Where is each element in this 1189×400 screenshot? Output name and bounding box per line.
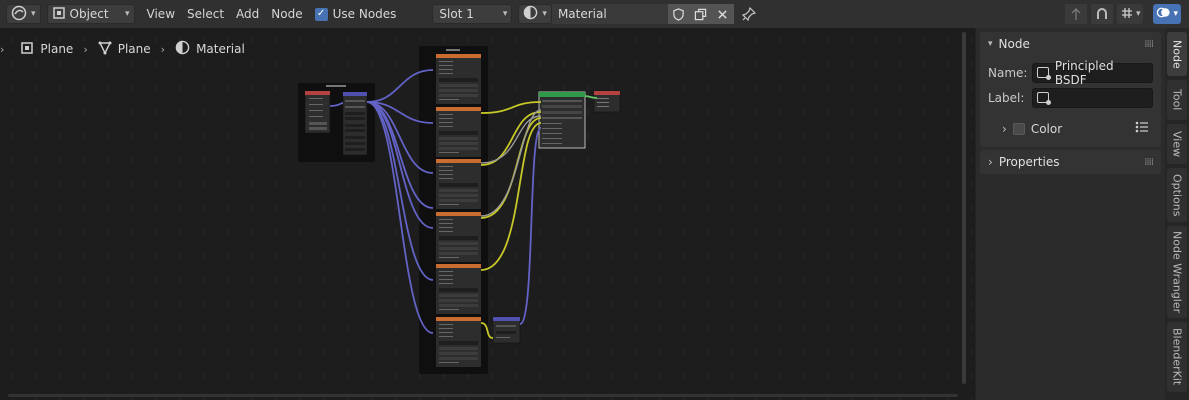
tab-view-label: View [1170, 130, 1184, 158]
object-icon [52, 6, 66, 23]
node-material-output[interactable] [593, 90, 621, 113]
parent-node-tree-icon[interactable] [1064, 4, 1087, 24]
menu-node[interactable]: Node [265, 4, 308, 24]
use-nodes-label: Use Nodes [332, 7, 397, 21]
slot-dropdown[interactable]: Slot 1 ▾ [432, 4, 513, 24]
node-panel-body: Name: Principled BSDF Label: › Color [980, 56, 1161, 147]
node-name-value: Principled BSDF [1054, 58, 1114, 87]
material-name-field[interactable]: Material [551, 4, 668, 24]
node-image-texture[interactable] [436, 264, 481, 314]
node-image-texture[interactable] [436, 54, 481, 104]
horizontal-scrollbar[interactable] [8, 394, 958, 397]
editor-header: ▾ Object ▾ View Select Add Node ✓ Use No… [0, 0, 1189, 28]
material-name: Material [557, 7, 607, 21]
menu-add[interactable]: Add [230, 4, 265, 24]
list-menu-icon[interactable] [1135, 121, 1149, 136]
editor-type-dropdown[interactable]: ▾ [6, 4, 41, 24]
snap-grid-icon [1120, 6, 1134, 23]
node-graph[interactable] [0, 28, 960, 388]
chevron-down-icon: ▾ [542, 9, 547, 19]
vertical-scrollbar[interactable] [962, 32, 966, 384]
node-normal-map[interactable] [492, 316, 521, 344]
mode-label: Object [69, 7, 109, 21]
tab-node-label: Node [1170, 39, 1184, 69]
sidebar-tabs: Node Tool View Options Node Wrangler Ble… [1165, 28, 1189, 400]
properties-panel-header[interactable]: › Properties ⁞⁞⁞⁞ [980, 150, 1161, 174]
chevron-down-icon: ▾ [502, 9, 508, 19]
chevron-down-icon: ▾ [31, 9, 36, 19]
snapping-magnet-icon[interactable] [1090, 4, 1113, 24]
node-image-texture[interactable] [436, 317, 481, 367]
node-panel-header[interactable]: ▾ Node ⁞⁞⁞⁞ [980, 32, 1161, 56]
slot-label: Slot 1 [439, 7, 474, 21]
tab-options[interactable]: Options [1167, 168, 1187, 222]
tab-blenderkit-label: BlenderKit [1170, 328, 1184, 386]
object-mode-dropdown[interactable]: Object ▾ [46, 4, 135, 24]
node-texture-coordinate[interactable] [304, 90, 331, 134]
node-name-field[interactable]: Principled BSDF [1032, 59, 1153, 87]
duplicate-icon[interactable] [689, 4, 712, 24]
node-panel-title: Node [998, 37, 1030, 51]
node-icon [1037, 67, 1051, 80]
label-label: Label: [988, 90, 1025, 105]
name-row: Name: Principled BSDF [988, 59, 1153, 87]
tab-tool[interactable]: Tool [1167, 80, 1187, 120]
node-editor-canvas[interactable]: › Plane › Plane › Material [0, 28, 975, 400]
use-color-checkbox[interactable] [1012, 122, 1025, 135]
node-editor-icon [11, 5, 27, 24]
name-label: Name: [988, 65, 1028, 80]
menu-view[interactable]: View [141, 4, 181, 24]
overlay-icon [1156, 5, 1171, 23]
chevron-down-icon: ▾ [988, 39, 993, 49]
chevron-down-icon: ▾ [1135, 9, 1141, 19]
tab-node-wrangler-label: Node Wrangler [1170, 230, 1184, 314]
material-sphere-icon [523, 5, 538, 23]
chevron-right-icon: › [988, 155, 993, 169]
tab-node[interactable]: Node [1167, 32, 1187, 76]
sidebar-panel: ▾ Node ⁞⁞⁞⁞ Name: Principled BSDF Label: [975, 28, 1165, 400]
node-mapping[interactable] [342, 91, 368, 156]
fake-user-shield-icon[interactable] [667, 4, 690, 24]
node-image-texture[interactable] [436, 212, 481, 262]
tab-tool-label: Tool [1170, 89, 1184, 111]
drag-handle-icon[interactable]: ⁞⁞⁞⁞ [1144, 157, 1154, 168]
menu-select[interactable]: Select [181, 4, 230, 24]
node-label-field[interactable] [1032, 87, 1153, 108]
tab-options-label: Options [1170, 173, 1184, 217]
tab-node-wrangler[interactable]: Node Wrangler [1167, 226, 1187, 318]
overlay-dropdown[interactable]: ▾ [1153, 4, 1181, 24]
node-image-texture[interactable] [436, 159, 481, 209]
label-row: Label: [988, 85, 1153, 110]
color-label: Color [1030, 121, 1063, 136]
color-row[interactable]: › Color [988, 116, 1153, 141]
tab-view[interactable]: View [1167, 124, 1187, 164]
properties-panel-title: Properties [998, 155, 1060, 169]
snap-target-dropdown[interactable]: ▾ [1116, 4, 1144, 24]
node-image-texture[interactable] [436, 107, 481, 157]
chevron-down-icon: ▾ [125, 9, 130, 19]
chevron-down-icon: ▾ [1173, 9, 1178, 19]
node-icon [1037, 92, 1051, 105]
checkbox-checked-icon[interactable]: ✓ [314, 7, 328, 21]
material-browse-dropdown[interactable]: ▾ [518, 4, 552, 24]
drag-handle-icon[interactable]: ⁞⁞⁞⁞ [1144, 39, 1154, 50]
chevron-right-icon: › [1002, 121, 1007, 136]
pin-icon[interactable] [738, 4, 760, 24]
use-nodes-toggle[interactable]: ✓ Use Nodes [314, 4, 397, 24]
tab-blenderkit[interactable]: BlenderKit [1167, 322, 1187, 392]
unlink-close-icon[interactable] [711, 4, 734, 24]
node-principled-bsdf[interactable] [538, 91, 586, 149]
